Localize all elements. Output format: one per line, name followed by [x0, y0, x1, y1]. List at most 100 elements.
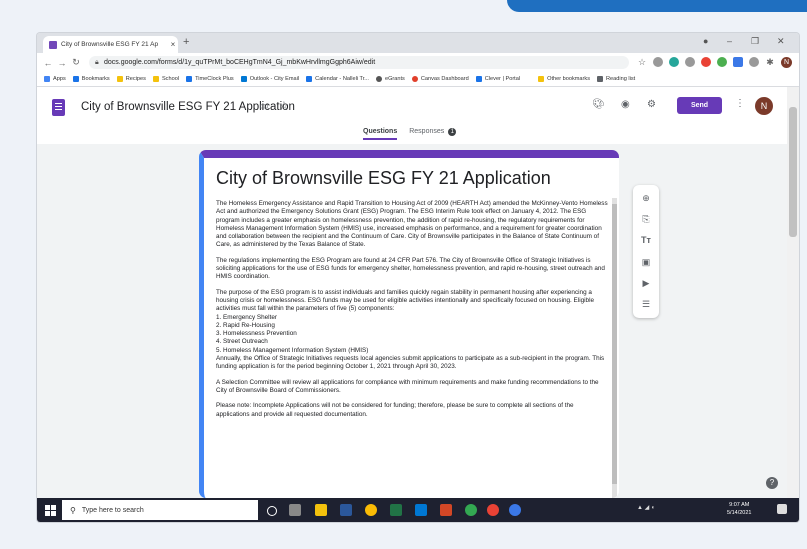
- list-item: 5. Homeless Management Information Syste…: [216, 346, 369, 354]
- tab-strip: City of Brownsville ESG FY 21 Ap × + ● –…: [37, 33, 799, 53]
- description-paragraph: The regulations implementing the ESG Pro…: [216, 256, 605, 281]
- form-title-card[interactable]: City of Brownsville ESG FY 21 Applicatio…: [199, 150, 619, 498]
- folder-icon: [116, 76, 123, 82]
- browser-tab[interactable]: City of Brownsville ESG FY 21 Ap ×: [43, 36, 178, 53]
- bookmark-clever[interactable]: Clever | Portal: [475, 76, 520, 82]
- description-paragraph: Please note: Incomplete Applications wil…: [216, 402, 574, 418]
- forward-icon[interactable]: →: [55, 58, 69, 68]
- bookmark-timeclock[interactable]: TimeClock Plus: [186, 76, 234, 82]
- google-forms-icon[interactable]: [52, 99, 65, 116]
- outlook-taskbar-icon[interactable]: [415, 504, 427, 516]
- new-tab-button[interactable]: +: [183, 36, 189, 48]
- add-video-icon[interactable]: ▶: [633, 278, 659, 289]
- notifications-icon[interactable]: [777, 504, 787, 514]
- customize-theme-icon[interactable]: 🎨︎: [592, 99, 605, 110]
- app-icon[interactable]: [465, 504, 477, 516]
- app-icon[interactable]: [487, 504, 499, 516]
- bookmark-egrants[interactable]: eGrants: [375, 76, 405, 82]
- account-avatar[interactable]: N: [755, 97, 773, 115]
- profile-avatar[interactable]: N: [781, 57, 792, 68]
- extension-5-icon[interactable]: [717, 57, 727, 67]
- file-explorer-icon[interactable]: [315, 504, 327, 516]
- add-question-icon[interactable]: ⊕: [633, 193, 659, 204]
- send-button[interactable]: Send: [677, 97, 722, 114]
- powerpoint-icon[interactable]: [440, 504, 452, 516]
- bookmark-star-icon[interactable]: ☆: [637, 57, 647, 68]
- network-icon[interactable]: ▲ ◢ ◖: [637, 504, 655, 511]
- page-scrollbar[interactable]: [787, 87, 799, 498]
- bookmark-apps[interactable]: Apps: [44, 76, 66, 82]
- excel-icon[interactable]: [390, 504, 402, 516]
- forms-header: City of Brownsville ESG FY 21 Applicatio…: [37, 87, 787, 145]
- calendar-icon: [306, 76, 313, 82]
- form-heading[interactable]: City of Brownsville ESG FY 21 Applicatio…: [216, 168, 619, 189]
- windows-start-icon[interactable]: [45, 504, 56, 516]
- canvas-icon: [411, 76, 418, 82]
- maximize-icon[interactable]: ❐: [751, 36, 759, 47]
- more-options-icon[interactable]: ⋮: [735, 98, 745, 109]
- search-placeholder: Type here to search: [81, 506, 144, 514]
- folder-icon: [152, 76, 159, 82]
- bookmark-bookmarks[interactable]: Bookmarks: [72, 76, 110, 82]
- form-tabs: Questions Responses 1: [363, 128, 457, 140]
- extension-2-icon[interactable]: [669, 57, 679, 67]
- clock-time: 9:07 AM: [729, 502, 750, 508]
- reading-list-icon: [597, 76, 603, 82]
- description-scrollbar-thumb[interactable]: [612, 204, 617, 484]
- move-to-folder-icon[interactable]: ▭: [259, 101, 268, 112]
- description-paragraph: Annually, the Office of Strategic Initia…: [216, 355, 605, 371]
- chrome-icon[interactable]: [365, 504, 377, 516]
- description-paragraph: The Homeless Emergency Assistance and Ra…: [216, 200, 608, 249]
- preview-eye-icon[interactable]: ◉: [621, 99, 630, 110]
- bookmark-other[interactable]: Other bookmarks: [538, 76, 590, 82]
- add-title-icon[interactable]: Tт: [633, 235, 659, 245]
- help-icon[interactable]: ?: [766, 477, 778, 489]
- extension-7-icon[interactable]: [749, 57, 759, 67]
- bookmark-outlook[interactable]: Outlook - City Email: [240, 76, 299, 82]
- outlook-icon: [240, 76, 247, 82]
- bookmark-reading-list[interactable]: Reading list: [597, 76, 635, 82]
- extension-6-icon[interactable]: [733, 57, 743, 67]
- close-window-icon[interactable]: ✕: [777, 36, 785, 47]
- bookmark-recipes[interactable]: Recipes: [116, 76, 146, 82]
- extension-4-icon[interactable]: [701, 57, 711, 67]
- windows-taskbar: ⚲ Type here to search ▲ ◢ ◖ 9:07 AM 5/14…: [37, 498, 799, 522]
- word-icon[interactable]: [340, 504, 352, 516]
- bookmark-canvas[interactable]: Canvas Dashboard: [411, 76, 469, 82]
- add-section-icon[interactable]: ☰: [633, 299, 659, 310]
- extensions-puzzle-icon[interactable]: ✱: [765, 57, 775, 68]
- star-icon[interactable]: ☆: [279, 99, 289, 112]
- taskbar-search[interactable]: ⚲ Type here to search: [62, 500, 258, 520]
- clock-date: 5/14/2021: [727, 510, 752, 516]
- timeclock-icon: [186, 76, 193, 82]
- browser-menu-icon[interactable]: ⋮: [798, 57, 799, 68]
- reload-icon[interactable]: ↻: [69, 57, 83, 68]
- back-icon[interactable]: ←: [41, 58, 55, 68]
- scrollbar-thumb[interactable]: [789, 107, 797, 237]
- url-field[interactable]: 🔒︎ docs.google.com/forms/d/1y_quTPrMt_bo…: [89, 56, 629, 69]
- import-questions-icon[interactable]: ⎘: [633, 214, 659, 225]
- form-description[interactable]: The Homeless Emergency Assistance and Ra…: [216, 200, 608, 426]
- bookmark-school[interactable]: School: [152, 76, 179, 82]
- tab-close-icon[interactable]: ×: [168, 40, 178, 49]
- tab-questions[interactable]: Questions: [363, 128, 398, 140]
- app-icon[interactable]: [509, 504, 521, 516]
- add-image-icon[interactable]: ▣: [633, 257, 659, 268]
- extension-icons: ☆ ✱ N ⋮: [637, 57, 799, 68]
- description-scrollbar[interactable]: [612, 198, 617, 498]
- minimize-icon[interactable]: –: [727, 36, 732, 46]
- task-view-icon[interactable]: [289, 504, 301, 516]
- profile-indicator-icon[interactable]: ●: [703, 36, 708, 46]
- form-editor-area: City of Brownsville ESG FY 21 Applicatio…: [37, 144, 787, 498]
- settings-gear-icon[interactable]: ⚙: [647, 99, 656, 110]
- taskbar-clock[interactable]: 9:07 AM 5/14/2021: [727, 501, 751, 517]
- list-item: 1. Emergency Shelter: [216, 313, 277, 321]
- extension-3-icon[interactable]: [685, 57, 695, 67]
- description-paragraph: The purpose of the ESG program is to ass…: [216, 288, 595, 313]
- bookmark-calendar[interactable]: Calendar - Nalleli Tr...: [306, 76, 369, 82]
- extension-1-icon[interactable]: [653, 57, 663, 67]
- tab-responses[interactable]: Responses 1: [409, 128, 457, 140]
- apps-grid-icon: [44, 76, 50, 82]
- cortana-icon[interactable]: [267, 506, 277, 516]
- tab-title: City of Brownsville ESG FY 21 Ap: [61, 41, 159, 48]
